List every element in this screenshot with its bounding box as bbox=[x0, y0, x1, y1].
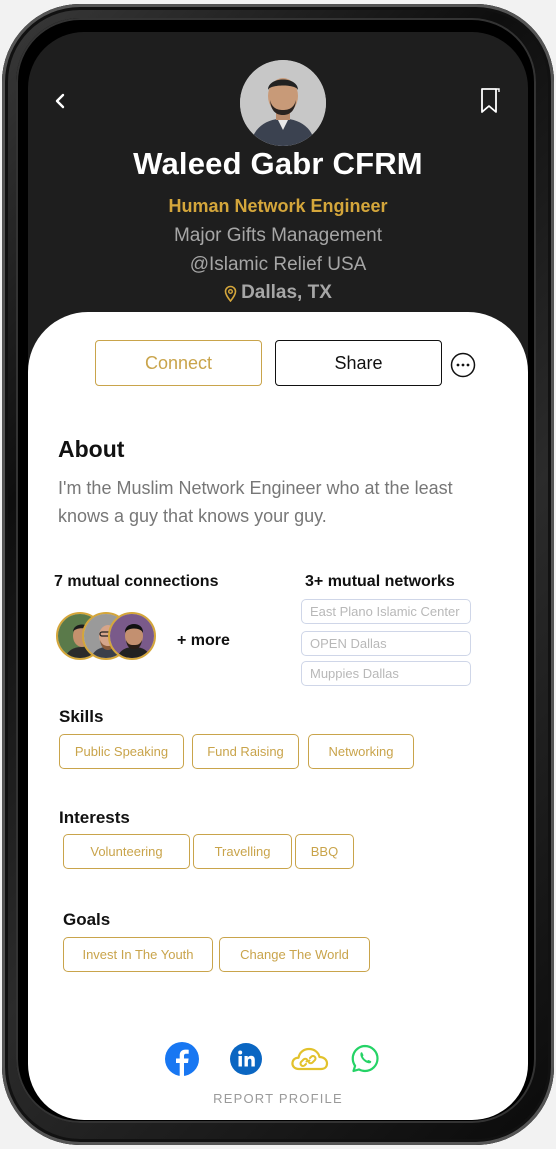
mutual-network-item[interactable]: Muppies Dallas bbox=[301, 661, 471, 686]
avatar bbox=[240, 60, 326, 146]
mutual-networks-label[interactable]: 3+ mutual networks bbox=[305, 573, 455, 591]
profile-name: Waleed Gabr CFRM bbox=[133, 146, 423, 181]
location-pin-icon bbox=[224, 285, 237, 302]
linkedin-icon[interactable] bbox=[229, 1042, 263, 1076]
about-text: I'm the Muslim Network Engineer who at t… bbox=[58, 478, 453, 526]
skill-tag[interactable]: Networking bbox=[308, 734, 414, 769]
connect-button[interactable]: Connect bbox=[95, 340, 262, 386]
profile-card: Connect Share About I'm the Muslim Netwo… bbox=[28, 312, 528, 1120]
more-options-icon[interactable] bbox=[450, 352, 476, 378]
profile-screen: Waleed Gabr CFRM Human Network Engineer … bbox=[28, 32, 528, 1120]
back-icon[interactable] bbox=[52, 90, 70, 112]
mutual-connections-label[interactable]: 7 mutual connections bbox=[54, 573, 218, 591]
mutual-network-item[interactable]: East Plano Islamic Center bbox=[301, 599, 471, 624]
interest-tag[interactable]: Travelling bbox=[193, 834, 292, 869]
link-cloud-icon[interactable] bbox=[290, 1042, 330, 1076]
more-connections-link[interactable]: + more bbox=[177, 632, 230, 650]
profile-org-line-2: @Islamic Relief USA bbox=[189, 254, 367, 275]
skill-tag[interactable]: Fund Raising bbox=[192, 734, 299, 769]
skills-heading: Skills bbox=[59, 707, 104, 726]
goal-tag[interactable]: Change The World bbox=[219, 937, 370, 972]
whatsapp-icon[interactable] bbox=[349, 1042, 381, 1076]
skill-tag[interactable]: Public Speaking bbox=[59, 734, 184, 769]
profile-org-line-1: Major Gifts Management bbox=[173, 225, 383, 246]
goals-heading: Goals bbox=[63, 910, 111, 929]
interest-tag[interactable]: BBQ bbox=[295, 834, 354, 869]
location-text: Dallas, TX bbox=[241, 282, 332, 303]
profile-header: Waleed Gabr CFRM Human Network Engineer … bbox=[28, 32, 528, 352]
mutual-network-item[interactable]: OPEN Dallas bbox=[301, 631, 471, 656]
goal-tag[interactable]: Invest In The Youth bbox=[63, 937, 213, 972]
profile-location: Dallas, TX bbox=[28, 282, 528, 304]
about-heading: About bbox=[58, 436, 125, 462]
report-profile-link[interactable]: REPORT PROFILE bbox=[28, 1091, 528, 1106]
profile-title: Human Network Engineer bbox=[168, 196, 388, 216]
bookmark-icon[interactable] bbox=[478, 86, 502, 116]
mutual-avatar[interactable] bbox=[108, 612, 156, 660]
share-button[interactable]: Share bbox=[275, 340, 442, 386]
interest-tag[interactable]: Volunteering bbox=[63, 834, 190, 869]
facebook-icon[interactable] bbox=[165, 1042, 199, 1076]
interests-heading: Interests bbox=[59, 808, 130, 827]
